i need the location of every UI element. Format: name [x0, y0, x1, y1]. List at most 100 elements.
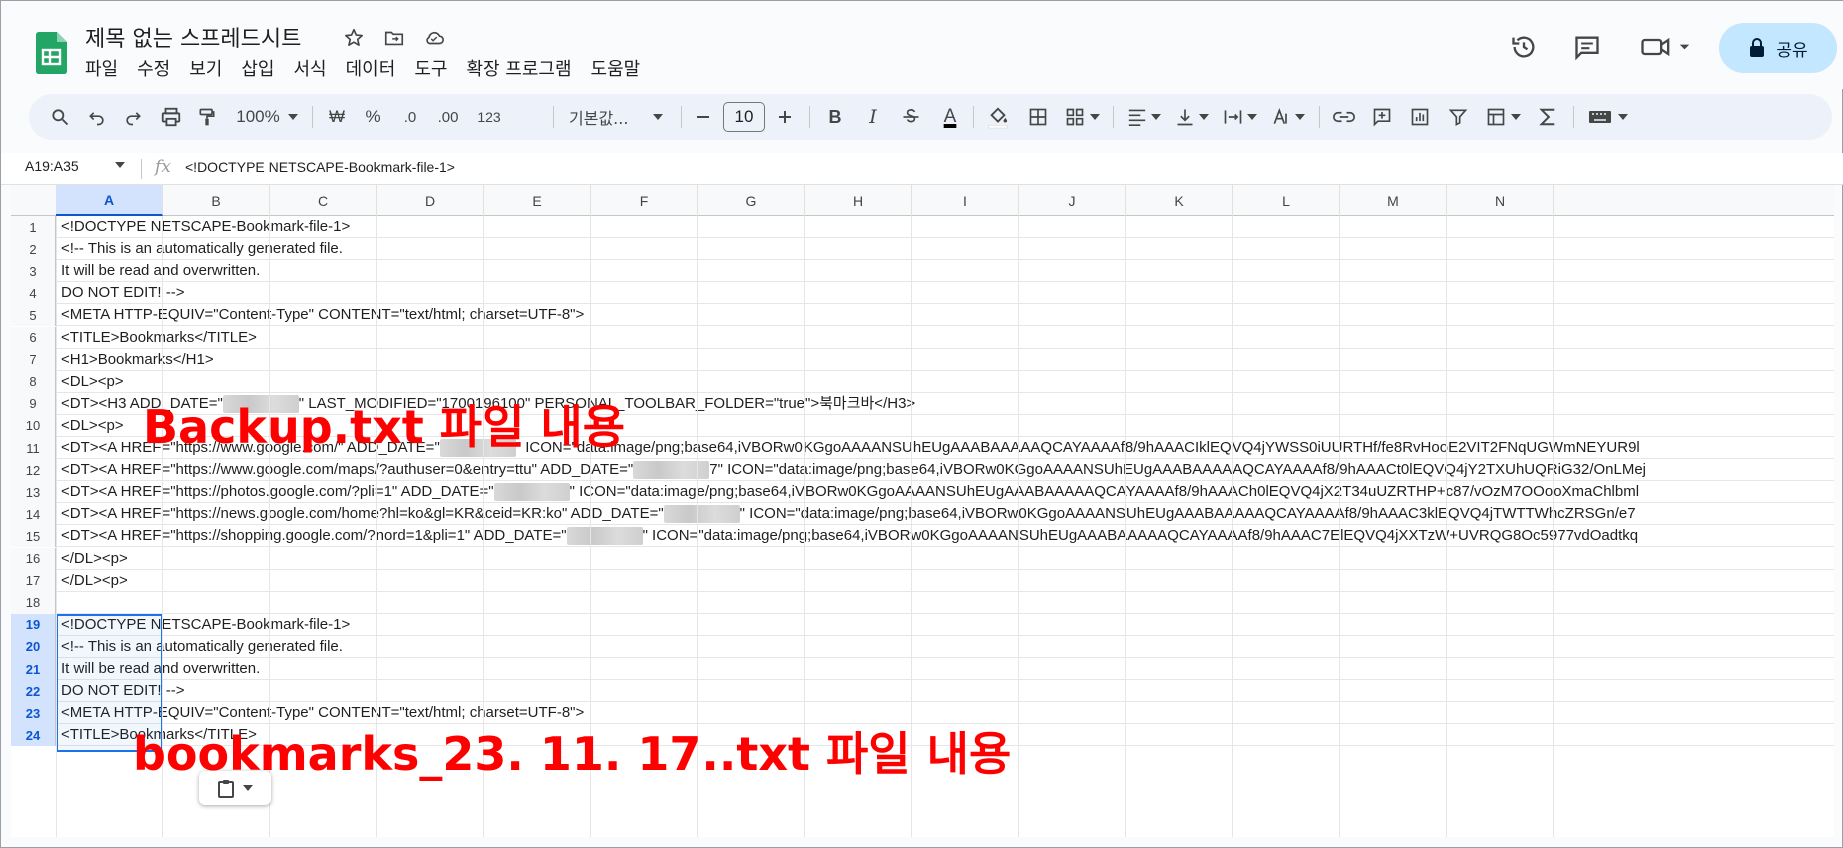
row-header[interactable]: 1	[11, 216, 56, 239]
strikethrough-icon[interactable]	[895, 94, 927, 140]
chevron-down-icon[interactable]	[115, 162, 125, 168]
column-header[interactable]: A	[56, 185, 163, 216]
cell-a[interactable]: <DT><A HREF="https://www.google.com/maps…	[61, 459, 1646, 481]
menu-insert[interactable]: 삽입	[241, 55, 285, 81]
horizontal-align-icon[interactable]	[1121, 94, 1167, 140]
cell-a[interactable]: <H1>Bookmarks</H1>	[61, 349, 214, 371]
row-header[interactable]: 16	[11, 547, 56, 570]
filter-views-icon[interactable]	[1479, 94, 1527, 140]
row-header[interactable]: 20	[11, 635, 56, 658]
menu-view[interactable]: 보기	[189, 55, 233, 81]
formula-input[interactable]: <!DOCTYPE NETSCAPE-Bookmark-file-1>	[185, 159, 455, 175]
column-header[interactable]: H	[805, 185, 912, 216]
row-header[interactable]: 5	[11, 304, 56, 327]
column-header[interactable]: D	[377, 185, 484, 216]
print-icon[interactable]	[155, 94, 187, 140]
cell-a[interactable]: <DT><A HREF="https://shopping.google.com…	[61, 525, 1638, 547]
increase-font-size-icon[interactable]	[771, 94, 799, 140]
decrease-decimal-button[interactable]: .0	[392, 94, 428, 140]
borders-icon[interactable]	[1021, 94, 1055, 140]
row-header[interactable]: 8	[11, 370, 56, 393]
insert-comment-icon[interactable]	[1365, 94, 1399, 140]
share-button[interactable]: 공유	[1719, 23, 1837, 73]
column-header[interactable]: L	[1233, 185, 1340, 216]
row-header[interactable]: 19	[11, 613, 56, 636]
row-header[interactable]: 22	[11, 680, 56, 703]
font-size-input[interactable]: 10	[723, 102, 765, 132]
column-header[interactable]: B	[163, 185, 270, 216]
filter-icon[interactable]	[1441, 94, 1475, 140]
row-header[interactable]: 7	[11, 348, 56, 371]
row-header[interactable]: 11	[11, 437, 56, 460]
cell-a[interactable]: </DL><p>	[61, 548, 128, 570]
row-header[interactable]: 13	[11, 481, 56, 504]
column-header[interactable]: M	[1340, 185, 1447, 216]
row-header[interactable]: 4	[11, 282, 56, 305]
cell-a[interactable]: <!-- This is an automatically generated …	[61, 238, 343, 260]
insert-chart-icon[interactable]	[1403, 94, 1437, 140]
cell-a[interactable]: <TITLE>Bookmarks</TITLE>	[61, 327, 257, 349]
row-header[interactable]: 10	[11, 414, 56, 437]
menu-tools[interactable]: 도구	[414, 55, 458, 81]
cell-a[interactable]: <DL><p>	[61, 415, 124, 437]
sheets-logo-icon[interactable]	[36, 32, 67, 74]
menu-data[interactable]: 데이터	[346, 55, 407, 81]
text-color-button[interactable]: A	[933, 94, 967, 140]
functions-sigma-icon[interactable]	[1531, 94, 1565, 140]
row-header[interactable]: 6	[11, 326, 56, 349]
paint-format-icon[interactable]	[191, 94, 223, 140]
cell-a[interactable]: <!DOCTYPE NETSCAPE-Bookmark-file-1>	[61, 614, 350, 636]
fill-color-icon[interactable]	[981, 94, 1015, 140]
column-header[interactable]: G	[698, 185, 805, 216]
currency-format-button[interactable]: ₩	[322, 94, 352, 140]
cell-a[interactable]: <!-- This is an automatically generated …	[61, 636, 343, 658]
row-header[interactable]: 12	[11, 459, 56, 482]
increase-decimal-button[interactable]: .00	[428, 94, 468, 140]
bold-button[interactable]: B	[819, 94, 851, 140]
row-header[interactable]: 14	[11, 503, 56, 526]
cell-a[interactable]: DO NOT EDIT! -->	[61, 680, 184, 702]
version-history-icon[interactable]	[1506, 29, 1542, 65]
column-header[interactable]: F	[591, 185, 698, 216]
comments-icon[interactable]	[1569, 29, 1605, 65]
cell-a[interactable]: DO NOT EDIT! -->	[61, 282, 184, 304]
cell-a[interactable]: <DT><A HREF="https://photos.google.com/?…	[61, 481, 1639, 503]
column-header[interactable]: K	[1126, 185, 1233, 216]
column-header[interactable]: I	[912, 185, 1019, 216]
insert-link-icon[interactable]	[1327, 94, 1361, 140]
meet-video-icon[interactable]	[1637, 29, 1697, 65]
cell-a[interactable]: <META HTTP-EQUIV="Content-Type" CONTENT=…	[61, 304, 584, 326]
text-rotation-icon[interactable]	[1265, 94, 1311, 140]
undo-icon[interactable]	[81, 94, 113, 140]
move-folder-icon[interactable]	[381, 25, 407, 51]
cell-a[interactable]: <DT><A HREF="https://news.google.com/hom…	[61, 503, 1636, 525]
row-header[interactable]: 9	[11, 392, 56, 415]
menu-help[interactable]: 도움말	[591, 55, 652, 81]
merge-cells-icon[interactable]	[1059, 94, 1105, 140]
menu-extensions[interactable]: 확장 프로그램	[466, 55, 582, 81]
row-header[interactable]: 3	[11, 260, 56, 283]
paste-options-chip[interactable]	[199, 771, 271, 805]
row-header[interactable]: 24	[11, 724, 56, 747]
menu-format[interactable]: 서식	[294, 55, 338, 81]
cell-a[interactable]: </DL><p>	[61, 570, 128, 592]
menu-edit[interactable]: 수정	[137, 55, 181, 81]
cell-a[interactable]: <DL><p>	[61, 371, 124, 393]
font-family-select[interactable]: 기본값...	[561, 94, 671, 140]
row-header[interactable]: 21	[11, 658, 56, 681]
search-menu-icon[interactable]	[43, 94, 77, 140]
redo-icon[interactable]	[117, 94, 149, 140]
cell-a[interactable]: It will be read and overwritten.	[61, 260, 260, 282]
row-header[interactable]: 18	[11, 591, 56, 614]
column-header[interactable]: C	[270, 185, 377, 216]
name-box[interactable]: A19:A35	[25, 158, 79, 174]
zoom-select[interactable]: 100%	[227, 94, 307, 140]
cloud-saved-icon[interactable]	[421, 25, 447, 51]
row-header[interactable]: 15	[11, 525, 56, 548]
more-formats-button[interactable]: 123	[469, 94, 509, 140]
percent-format-button[interactable]: %	[358, 94, 388, 140]
column-header[interactable]: E	[484, 185, 591, 216]
text-wrapping-icon[interactable]	[1217, 94, 1263, 140]
document-title[interactable]: 제목 없는 스프레드시트	[85, 21, 301, 53]
decrease-font-size-icon[interactable]	[689, 94, 717, 140]
